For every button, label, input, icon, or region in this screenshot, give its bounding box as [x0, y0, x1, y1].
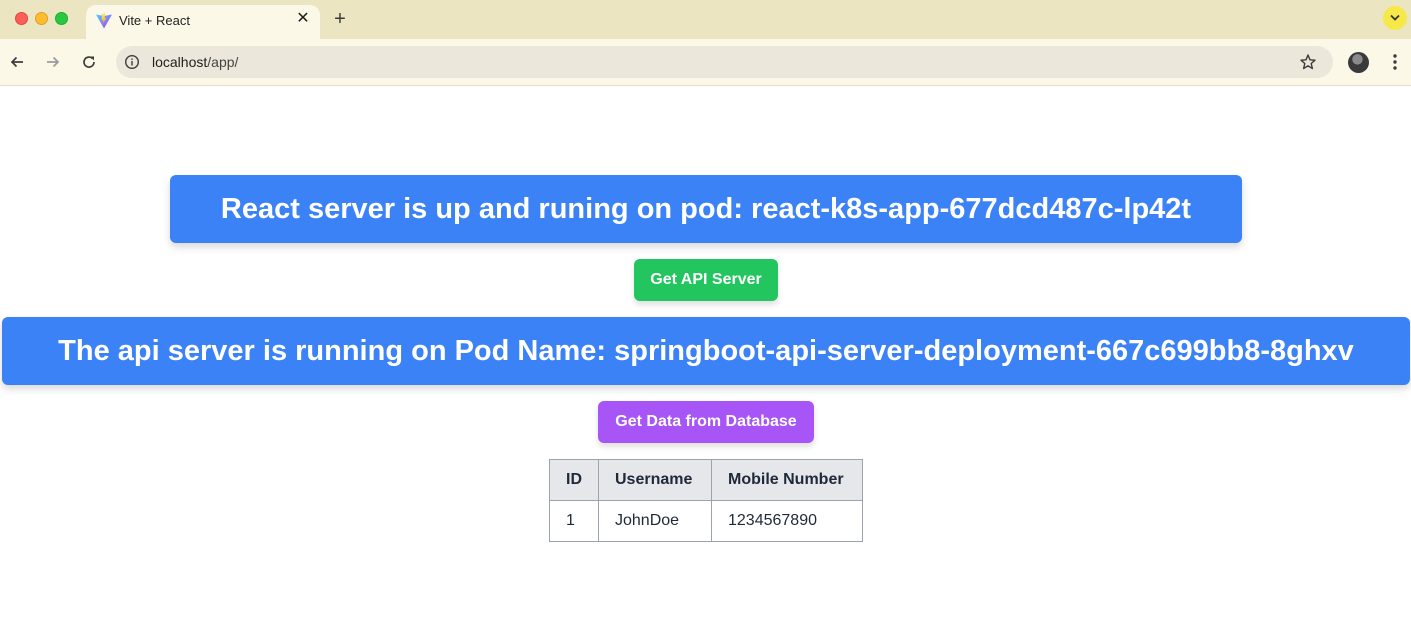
new-tab-plus-icon[interactable]: + — [329, 8, 351, 30]
vite-logo-icon — [95, 12, 113, 30]
address-bar[interactable]: localhost/app/ — [116, 46, 1333, 78]
table-row: 1 JohnDoe 1234567890 — [549, 500, 863, 542]
cell-id: 1 — [549, 500, 599, 542]
table-header-row: ID Username Mobile Number — [549, 459, 863, 501]
get-data-from-database-button[interactable]: Get Data from Database — [598, 401, 814, 443]
page-content: React server is up and runing on pod: re… — [0, 86, 1411, 626]
tab-search-chevron-icon[interactable] — [1383, 6, 1407, 30]
back-arrow-icon[interactable] — [4, 49, 30, 75]
browser-tab-bar: Vite + React ✕ + — [0, 0, 1411, 39]
window-minimize-button[interactable] — [35, 12, 48, 25]
more-menu-icon[interactable] — [1385, 51, 1405, 73]
get-api-server-button[interactable]: Get API Server — [634, 259, 778, 301]
tab-title: Vite + React — [119, 13, 190, 28]
bookmark-star-icon[interactable] — [1299, 53, 1317, 71]
browser-toolbar: localhost/app/ — [0, 39, 1411, 86]
site-info-icon[interactable] — [124, 54, 140, 70]
reload-icon[interactable] — [76, 49, 102, 75]
tab-close-icon[interactable]: ✕ — [294, 10, 312, 28]
api-pod-banner: The api server is running on Pod Name: s… — [2, 317, 1410, 385]
window-maximize-button[interactable] — [55, 12, 68, 25]
cell-username: JohnDoe — [598, 500, 712, 542]
users-table: ID Username Mobile Number 1 JohnDoe 1234… — [549, 459, 863, 542]
column-header-id: ID — [549, 459, 599, 501]
browser-tab-active[interactable]: Vite + React ✕ — [86, 5, 320, 39]
address-host: localhost — [152, 54, 208, 70]
cell-mobile-number: 1234567890 — [711, 500, 863, 542]
window-close-button[interactable] — [15, 12, 28, 25]
column-header-username: Username — [598, 459, 712, 501]
forward-arrow-icon[interactable] — [40, 49, 66, 75]
address-url[interactable]: localhost/app/ — [152, 54, 238, 70]
profile-avatar[interactable] — [1348, 52, 1369, 73]
address-path: /app/ — [207, 54, 239, 70]
column-header-mobile-number: Mobile Number — [711, 459, 863, 501]
react-pod-banner: React server is up and runing on pod: re… — [170, 175, 1242, 243]
